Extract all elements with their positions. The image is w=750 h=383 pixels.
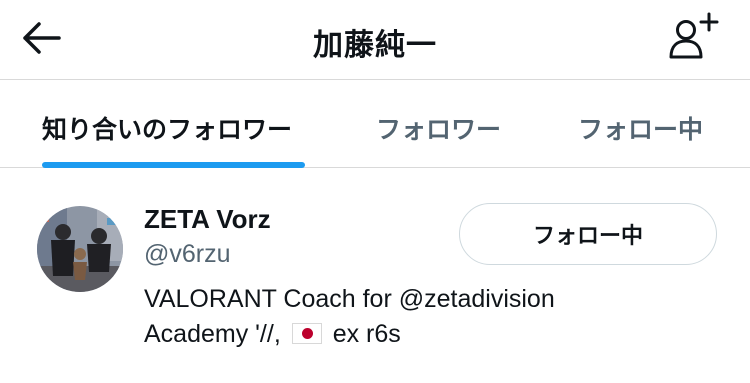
bio-line-2: Academy '//, ex r6s [144, 317, 704, 352]
tab-followers[interactable]: フォロワー [352, 80, 532, 168]
page-title: 加藤純一 [313, 28, 437, 63]
user-handle: @v6rzu [144, 240, 231, 268]
user-bio: VALORANT Coach for @zetadivision Academy… [144, 282, 704, 352]
add-user-button[interactable] [664, 10, 724, 62]
tab-following[interactable]: フォロー中 [560, 80, 740, 168]
tab-followers-you-know[interactable]: 知り合いのフォロワー [24, 80, 324, 168]
bio-line-2-prefix: Academy '//, [144, 320, 281, 348]
tab-label: フォロワー [376, 115, 502, 144]
avatar[interactable] [37, 206, 123, 292]
user-name: ZETA Vorz [144, 204, 271, 234]
following-button[interactable]: フォロー中 [459, 203, 717, 265]
tab-label: 知り合いのフォロワー [42, 115, 293, 144]
tab-label: フォロー中 [578, 115, 704, 144]
bio-line-2-suffix: ex r6s [332, 320, 401, 348]
japan-flag-icon [291, 323, 322, 344]
tab-bar: 知り合いのフォロワー フォロワー フォロー中 [0, 80, 750, 168]
person-plus-icon [669, 12, 719, 59]
bio-line-1: VALORANT Coach for @zetadivision [144, 285, 555, 313]
top-bar: 加藤純一 [0, 0, 750, 80]
list-item[interactable]: ZETA Vorz @v6rzu VALORANT Coach for @zet… [0, 168, 750, 383]
